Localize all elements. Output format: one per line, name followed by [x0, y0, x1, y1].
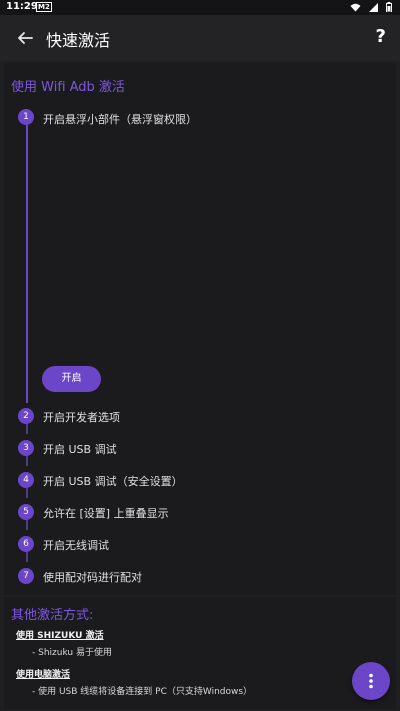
step-label[interactable]: 允许在 [设置] 上重叠显示 [43, 505, 169, 521]
other-methods-card: 其他激活方式: 使用 SHIZUKU 激活 - Shizuku 易于使用 使用电… [4, 597, 396, 709]
step-label[interactable]: 开启 USB 调试 [43, 441, 117, 457]
step-label[interactable]: 开启悬浮小部件（悬浮窗权限） [43, 111, 197, 127]
page-title: 快速激活 [46, 31, 111, 50]
wifi-icon [350, 3, 361, 11]
step-label[interactable]: 开启无线调试 [43, 537, 109, 553]
app-bar: 快速激活 ? [0, 15, 400, 61]
open-overlay-button[interactable]: 开启 [42, 366, 101, 392]
step-label[interactable]: 开启 USB 调试（安全设置） [43, 473, 183, 489]
step-connector-1 [26, 125, 28, 403]
step-connector-2 [26, 424, 28, 434]
step-number: 2 [18, 408, 34, 424]
step-connector-5 [26, 520, 28, 530]
step-connector-6 [26, 552, 28, 562]
step-number: 5 [18, 504, 34, 520]
step-connector-3 [26, 456, 28, 466]
more-options-fab[interactable] [352, 662, 390, 700]
step-number: 1 [18, 109, 34, 125]
step-number: 3 [18, 440, 34, 456]
status-icons [350, 2, 392, 12]
status-badge: M2 [36, 2, 52, 12]
shizuku-method-link[interactable]: 使用 SHIZUKU 激活 [16, 628, 104, 641]
wifi-section-title: 使用 Wifi Adb 激活 [11, 80, 125, 95]
step-number: 7 [18, 568, 34, 584]
signal-icon [369, 2, 378, 12]
wifi-adb-card: 使用 Wifi Adb 激活 1 开启悬浮小部件（悬浮窗权限） 开启 2 开启开… [4, 63, 396, 595]
shizuku-method-desc: - Shizuku 易于使用 [32, 648, 112, 658]
pc-method-desc: - 使用 USB 线缆将设备连接到 PC（只支持Windows） [32, 687, 253, 697]
status-bar: 11:29 M2 [0, 0, 400, 15]
step-label[interactable]: 开启开发者选项 [43, 409, 120, 425]
other-methods-title: 其他激活方式: [11, 608, 94, 623]
step-number: 6 [18, 536, 34, 552]
step-number: 4 [18, 472, 34, 488]
pc-method-link[interactable]: 使用电脑激活 [16, 667, 70, 680]
arrow-left-icon[interactable] [14, 27, 36, 49]
step-connector-4 [26, 488, 28, 498]
more-vert-icon [369, 673, 373, 689]
step-label[interactable]: 使用配对码进行配对 [43, 569, 142, 585]
status-time: 11:29 [6, 1, 38, 12]
help-button[interactable]: ? [376, 26, 386, 47]
battery-icon [386, 2, 392, 12]
